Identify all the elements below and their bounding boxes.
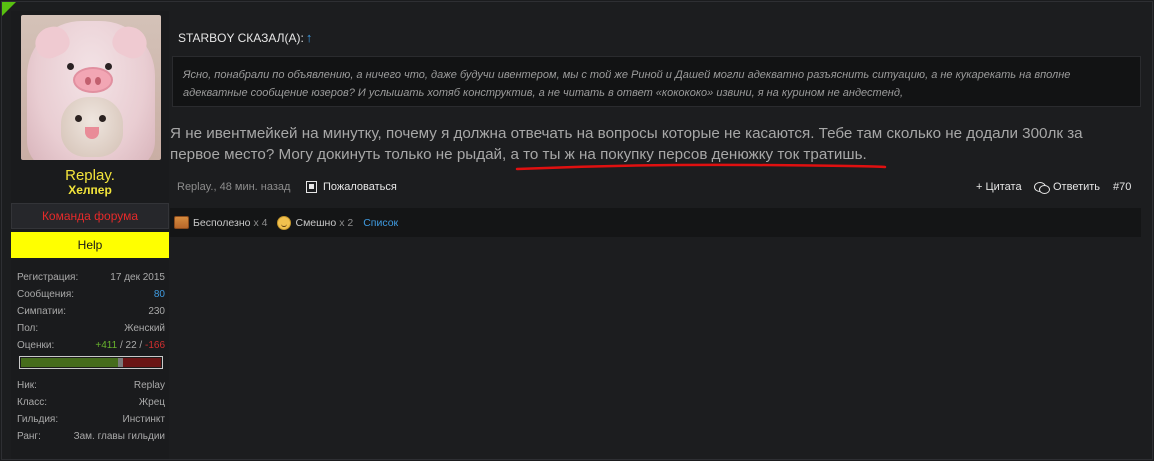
stat-row-registration: Регистрация: 17 дек 2015 [17,269,165,286]
user-sidebar: Replay. Хелпер Команда форума Help Регис… [11,11,169,459]
user-avatar[interactable] [21,15,161,160]
smile-icon [277,215,292,230]
game-row-class: Класс: Жрец [17,394,165,411]
rating-separator: / [136,340,145,351]
stat-label: Регистрация: [17,272,79,283]
quote-box: Ясно, понабрали по объявлению, а ничего … [172,56,1141,107]
messages-count-link[interactable]: 80 [154,286,165,303]
reaction-useless[interactable]: Бесполезно x 4 [174,216,267,229]
post-body: Я не ивентмейкей на минутку, почему я до… [170,123,1145,165]
stat-row-ratings: Оценки: +411 / 22 / -166 [17,337,165,354]
stat-value: 230 [148,306,165,317]
post-meta-author-time[interactable]: Replay., 48 мин. назад [177,181,290,193]
stat-row-gender: Пол: Женский [17,320,165,337]
quote-text: Ясно, понабрали по объявлению, а ничего … [183,69,1071,99]
game-info: Ник: Replay Класс: Жрец Гильдия: Инстинк… [17,377,165,445]
rating-neutral: 22 [125,340,137,351]
ratings-value: +411 / 22 / -166 [95,337,165,354]
team-banner: Команда форума [11,203,169,229]
stat-value: 17 дек 2015 [110,272,165,283]
rating-bar-negative [123,358,161,367]
post-text-line: Я не ивентмейкей на минутку, почему я до… [170,125,1083,142]
reaction-funny[interactable]: Смешно x 2 [277,215,354,230]
go-to-quote-arrow-icon[interactable]: ↑ [306,30,313,45]
report-icon [306,181,317,193]
quote-author: STARBOY СКАЗАЛ(А): ↑ [178,30,312,45]
report-label: Пожаловаться [323,181,397,193]
stat-value: Женский [124,323,165,334]
post-number-link[interactable]: #70 [1113,181,1131,193]
reaction-label: Смешно [295,216,337,229]
game-value: Replay [133,380,165,391]
reactions-bar: Бесполезно x 4 Смешно x 2 Список [170,208,1141,237]
user-stats: Регистрация: 17 дек 2015 Сообщения: 80 С… [17,269,165,354]
reactions-list-link[interactable]: Список [363,217,398,229]
rating-separator: / [117,340,126,351]
help-banner: Help [11,232,169,258]
stat-label: Сообщения: [17,289,75,300]
quote-button[interactable]: + Цитата [976,181,1022,193]
reaction-count: x 2 [339,216,354,229]
stat-label: Симпатии: [17,306,66,317]
box-icon [174,216,189,229]
quote-author-label: STARBOY СКАЗАЛ(А): [178,31,304,45]
reaction-count: x 4 [253,216,268,229]
game-value: Зам. главы гильдии [73,431,165,442]
game-label: Класс: [17,397,47,408]
red-underline-annotation [515,163,887,171]
game-row-guild: Гильдия: Инстинкт [17,411,165,428]
user-title: Хелпер [68,183,112,197]
reply-label: Ответить [1053,181,1101,193]
post-text-segment: первое место? Могу докинуть только не ры… [170,146,511,163]
rating-negative: -166 [144,340,165,351]
report-button[interactable]: Пожаловаться [306,181,397,193]
rating-bar-positive [21,358,118,367]
reaction-label: Бесполезно [193,216,251,229]
game-label: Ник: [17,380,37,391]
game-row-nick: Ник: Replay [17,377,165,394]
stat-row-messages: Сообщения: 80 [17,286,165,303]
game-row-rank: Ранг: Зам. главы гильдии [17,428,165,445]
speech-bubbles-icon [1034,182,1050,194]
game-label: Гильдия: [17,414,59,425]
game-label: Ранг: [17,431,41,442]
rating-positive: +411 [95,340,118,351]
rating-bar [19,356,163,369]
user-name-link[interactable]: Replay. [11,167,169,184]
game-value: Жрец [138,397,165,408]
reply-button[interactable]: Ответить [1034,181,1101,194]
stat-label: Оценки: [17,340,55,351]
game-value: Инстинкт [122,414,165,425]
stat-label: Пол: [17,323,39,334]
stat-row-likes: Симпатии: 230 [17,303,165,320]
